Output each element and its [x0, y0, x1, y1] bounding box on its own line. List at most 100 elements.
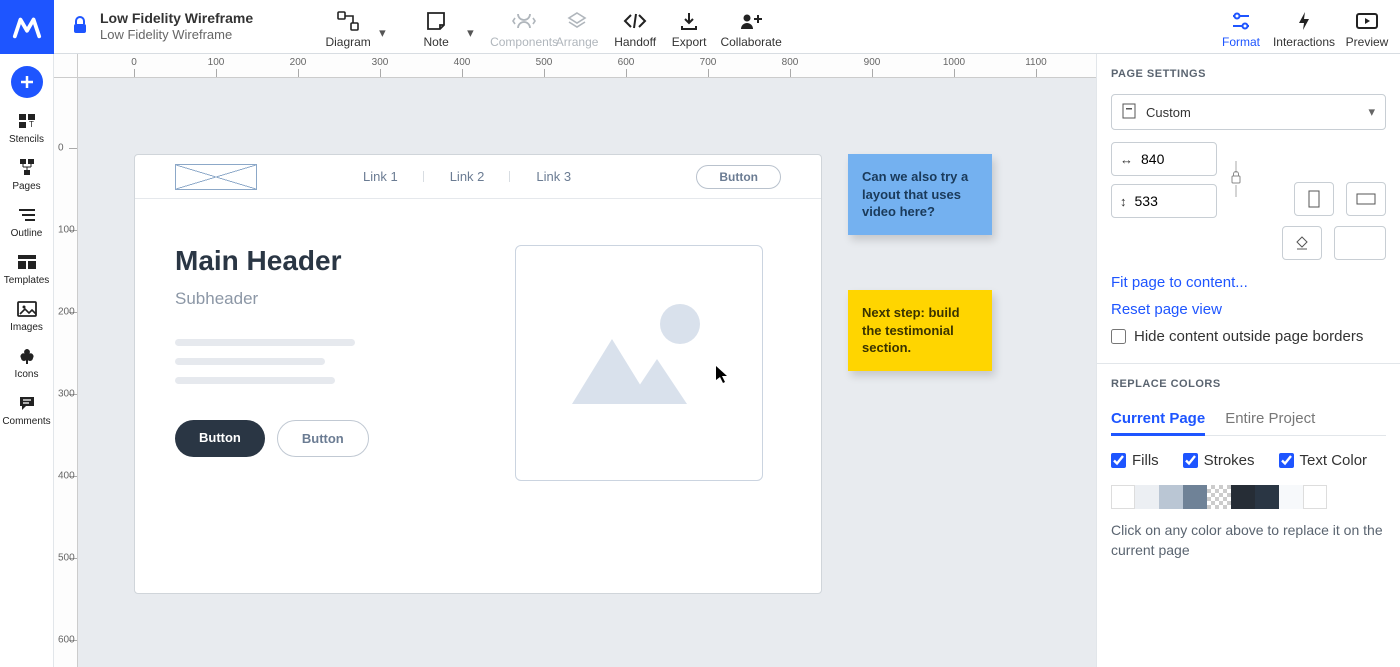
- strokes-checkbox[interactable]: Strokes: [1183, 452, 1255, 469]
- wireframe-text-line[interactable]: [175, 377, 335, 384]
- wireframe-text-line[interactable]: [175, 339, 355, 346]
- wireframe-logo-placeholder[interactable]: [175, 164, 257, 190]
- ruler-vertical[interactable]: 0100200300400500600: [54, 78, 78, 667]
- images-icon: [16, 298, 38, 320]
- wireframe-nav-link-1[interactable]: Link 1: [337, 169, 424, 184]
- wireframe-subheader[interactable]: Subheader: [175, 289, 475, 309]
- width-icon: ↔: [1120, 152, 1133, 167]
- interactions-panel-button[interactable]: Interactions: [1268, 9, 1340, 49]
- hide-outside-checkbox[interactable]: Hide content outside page borders: [1111, 328, 1386, 345]
- interactions-icon: [1295, 9, 1313, 33]
- svg-text:T: T: [29, 120, 34, 129]
- note-dropdown-icon[interactable]: ▾: [467, 17, 479, 41]
- add-button[interactable]: [11, 66, 43, 98]
- wireframe-text-line[interactable]: [175, 358, 325, 365]
- diagram-tool[interactable]: Diagram: [313, 9, 383, 49]
- wireframe-main-header[interactable]: Main Header: [175, 245, 475, 277]
- pages-tab[interactable]: Pages: [0, 157, 54, 192]
- canvas[interactable]: Link 1 Link 2 Link 3 Button Main Header …: [78, 78, 1096, 667]
- page-size-value: Custom: [1146, 105, 1191, 120]
- color-swatch[interactable]: [1231, 485, 1255, 509]
- format-panel-button[interactable]: Format: [1214, 9, 1268, 49]
- color-swatches: [1111, 485, 1386, 509]
- wireframe-cta-row: Button Button: [175, 420, 475, 457]
- orientation-landscape-button[interactable]: [1346, 182, 1386, 216]
- background-swatch[interactable]: [1334, 226, 1386, 260]
- project-title: Low Fidelity Wireframe: [100, 10, 253, 27]
- fit-page-link[interactable]: Fit page to content...: [1111, 274, 1386, 291]
- icons-icon: [17, 345, 37, 367]
- color-swatch[interactable]: [1303, 485, 1327, 509]
- stencils-tab[interactable]: T Stencils: [0, 110, 54, 145]
- wireframe-nav-link-3[interactable]: Link 3: [510, 169, 597, 184]
- export-tool[interactable]: Export: [665, 9, 713, 49]
- templates-tab[interactable]: Templates: [0, 251, 54, 286]
- left-sidebar: T Stencils Pages Outline Templates Image…: [0, 54, 54, 667]
- images-tab[interactable]: Images: [0, 298, 54, 333]
- app-logo[interactable]: [0, 0, 54, 54]
- color-swatch[interactable]: [1111, 485, 1135, 509]
- tab-current-page[interactable]: Current Page: [1111, 404, 1205, 436]
- color-swatch[interactable]: [1183, 485, 1207, 509]
- replace-colors-header: REPLACE COLORS: [1111, 378, 1386, 390]
- export-icon: [678, 9, 700, 33]
- arrange-icon: [566, 9, 588, 33]
- color-filter-row: Fills Strokes Text Color: [1111, 452, 1386, 469]
- width-input[interactable]: ↔: [1111, 142, 1217, 176]
- background-color-button[interactable]: [1282, 226, 1322, 260]
- width-field[interactable]: [1141, 151, 1193, 167]
- page-size-select[interactable]: Custom ▾: [1111, 94, 1386, 130]
- color-swatch[interactable]: [1159, 485, 1183, 509]
- fills-checkbox[interactable]: Fills: [1111, 452, 1159, 469]
- stencils-icon: T: [16, 110, 38, 132]
- wireframe-image-placeholder[interactable]: [515, 245, 763, 481]
- wireframe-navbar: Link 1 Link 2 Link 3 Button: [135, 155, 821, 199]
- textcolor-checkbox[interactable]: Text Color: [1279, 452, 1368, 469]
- color-swatch[interactable]: [1279, 485, 1303, 509]
- note-tool[interactable]: Note: [401, 9, 471, 49]
- reset-page-link[interactable]: Reset page view: [1111, 301, 1386, 318]
- ruler-horizontal[interactable]: 010020030040050060070080090010001100: [78, 54, 1096, 78]
- view-tool-group: Format Interactions Preview: [1214, 5, 1394, 49]
- diagram-dropdown-icon[interactable]: ▾: [379, 17, 391, 41]
- outline-tab[interactable]: Outline: [0, 204, 54, 239]
- color-swatch[interactable]: [1255, 485, 1279, 509]
- document-title-block[interactable]: Low Fidelity Wireframe Low Fidelity Wire…: [100, 10, 253, 42]
- wireframe-artboard[interactable]: Link 1 Link 2 Link 3 Button Main Header …: [134, 154, 822, 594]
- page-preset-icon: [1122, 103, 1136, 122]
- comments-icon: [17, 392, 37, 414]
- arrange-tool[interactable]: Arrange: [549, 9, 605, 49]
- preview-icon: [1355, 9, 1379, 33]
- orientation-portrait-button[interactable]: [1294, 182, 1334, 216]
- templates-icon: [16, 251, 38, 273]
- pages-icon: [16, 157, 38, 179]
- height-field[interactable]: [1135, 193, 1187, 209]
- wireframe-nav-button[interactable]: Button: [696, 165, 781, 189]
- outline-icon: [17, 204, 37, 226]
- wireframe-nav-link-2[interactable]: Link 2: [424, 169, 511, 184]
- ruler-corner: [54, 54, 78, 78]
- handoff-icon: [622, 9, 648, 33]
- wireframe-cta-secondary[interactable]: Button: [277, 420, 369, 457]
- color-swatch[interactable]: [1135, 485, 1159, 509]
- color-swatch-transparent[interactable]: [1207, 485, 1231, 509]
- sticky-note-yellow[interactable]: Next step: build the testimonial section…: [848, 290, 992, 371]
- replace-colors-help: Click on any color above to replace it o…: [1111, 521, 1386, 560]
- page-settings-header: PAGE SETTINGS: [1111, 68, 1386, 80]
- comments-tab[interactable]: Comments: [0, 392, 54, 427]
- collaborate-tool[interactable]: Collaborate: [715, 9, 787, 49]
- wireframe-cta-primary[interactable]: Button: [175, 420, 265, 457]
- sticky-note-blue[interactable]: Can we also try a layout that uses video…: [848, 154, 992, 235]
- preview-button[interactable]: Preview: [1340, 9, 1394, 49]
- page-title: Low Fidelity Wireframe: [100, 27, 253, 43]
- height-input[interactable]: ↕: [1111, 184, 1217, 218]
- note-icon: [425, 9, 447, 33]
- wireframe-body: Main Header Subheader Button Button: [135, 199, 821, 511]
- icons-tab[interactable]: Icons: [0, 345, 54, 380]
- lock-aspect-icon[interactable]: [1229, 159, 1243, 202]
- right-panel: PAGE SETTINGS Custom ▾ ↔ ↕ Fit page to c…: [1096, 54, 1400, 667]
- lock-icon[interactable]: [72, 16, 92, 37]
- chevron-down-icon: ▾: [1368, 104, 1375, 120]
- handoff-tool[interactable]: Handoff: [607, 9, 663, 49]
- tab-entire-project[interactable]: Entire Project: [1225, 404, 1315, 435]
